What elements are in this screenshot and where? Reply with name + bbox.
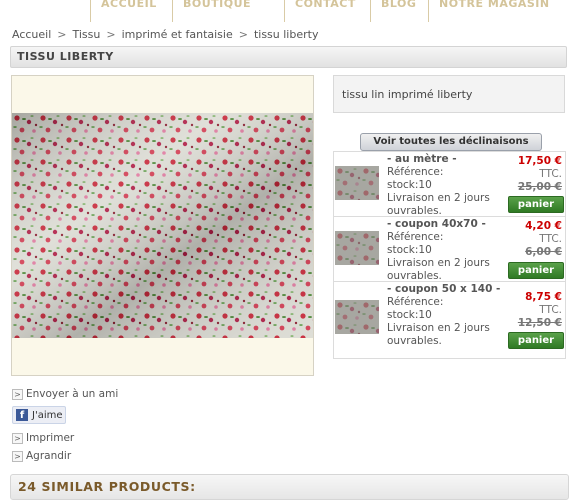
- similar-products-header: 24 SIMILAR PRODUCTS:: [10, 474, 569, 500]
- nav-notre-magasin[interactable]: NOTRE MAGASIN: [428, 0, 577, 22]
- variant-price-block: 4,20 € TTC. 6,00 €: [525, 220, 562, 259]
- variant-delivery: Livraison en 2 jours ouvrables.: [387, 192, 490, 217]
- add-to-cart-button[interactable]: panier: [508, 196, 564, 213]
- breadcrumb-accueil[interactable]: Accueil: [12, 28, 51, 41]
- add-to-cart-button[interactable]: panier: [508, 332, 564, 349]
- breadcrumb-tissu[interactable]: Tissu: [73, 28, 101, 41]
- variant-row: - au mètre - Référence: stock:10 Livrais…: [333, 151, 566, 218]
- like-label: J'aime: [32, 410, 63, 421]
- fabric-thumbnail-image: [335, 300, 379, 334]
- variant-details: - coupon 40x70 - Référence: stock:10 Liv…: [387, 218, 509, 283]
- arrow-right-icon: >: [12, 450, 23, 462]
- print-link[interactable]: > Imprimer: [12, 432, 74, 444]
- nav-contact[interactable]: CONTACT: [284, 0, 370, 22]
- variant-row: - coupon 50 x 140 - Référence: stock:10 …: [333, 281, 566, 359]
- arrow-right-icon: >: [12, 432, 23, 444]
- variant-old-price: 12,50 €: [517, 317, 562, 329]
- variant-stock: stock:10: [387, 309, 432, 321]
- enlarge-link[interactable]: > Agrandir: [12, 450, 71, 462]
- variant-name: - coupon 40x70 -: [387, 218, 486, 230]
- add-to-cart-button[interactable]: panier: [508, 262, 564, 279]
- print-label: Imprimer: [26, 432, 75, 444]
- page-title: TISSU LIBERTY: [17, 50, 114, 63]
- facebook-like-button[interactable]: f J'aime: [12, 406, 66, 424]
- variant-thumbnail[interactable]: [335, 300, 379, 334]
- nav-accueil[interactable]: ACCUEIL: [90, 0, 172, 22]
- variant-price: 8,75 €: [525, 291, 562, 303]
- variant-old-price: 6,00 €: [525, 246, 562, 258]
- breadcrumb-separator: >: [57, 28, 67, 41]
- send-to-friend-label: Envoyer à un ami: [26, 388, 119, 400]
- variant-name: - coupon 50 x 140 -: [387, 283, 501, 295]
- similar-products-title: 24 SIMILAR PRODUCTS:: [18, 479, 196, 494]
- short-description-text: tissu lin imprimé liberty: [342, 88, 473, 101]
- facebook-icon: f: [16, 409, 28, 421]
- arrow-right-icon: >: [12, 388, 23, 400]
- page-title-bar: TISSU LIBERTY: [10, 46, 567, 68]
- variant-delivery: Livraison en 2 jours ouvrables.: [387, 322, 490, 347]
- breadcrumb-imprime-fantaisie[interactable]: imprimé et fantaisie: [122, 28, 233, 41]
- nav-boutique[interactable]: BOUTIQUE: [172, 0, 284, 22]
- variant-thumbnail[interactable]: [335, 231, 379, 265]
- variant-row: - coupon 40x70 - Référence: stock:10 Liv…: [333, 216, 566, 283]
- variant-price: 4,20 €: [525, 220, 562, 232]
- product-image-frame: [11, 75, 314, 376]
- top-navigation: ACCUEIL BOUTIQUE CONTACT BLOG NOTRE MAGA…: [0, 0, 577, 22]
- variant-list: - au mètre - Référence: stock:10 Livrais…: [333, 151, 566, 359]
- variant-price-block: 8,75 € TTC. 12,50 €: [518, 291, 562, 330]
- variant-reference: Référence:: [387, 166, 444, 178]
- variant-price: 17,50 €: [517, 155, 562, 167]
- variant-tax-label: TTC.: [539, 233, 562, 245]
- variant-name: - au mètre -: [387, 153, 457, 165]
- view-all-declinations-button[interactable]: Voir toutes les déclinaisons: [360, 133, 542, 151]
- variant-delivery: Livraison en 2 jours ouvrables.: [387, 257, 490, 282]
- variant-reference: Référence:: [387, 296, 444, 308]
- enlarge-label: Agrandir: [26, 450, 72, 462]
- variant-stock: stock:10: [387, 179, 432, 191]
- breadcrumb-separator: >: [238, 28, 248, 41]
- variant-details: - coupon 50 x 140 - Référence: stock:10 …: [387, 283, 509, 348]
- variant-old-price: 25,00 €: [517, 181, 562, 193]
- floral-fabric-image: [12, 113, 313, 338]
- product-image[interactable]: [12, 113, 313, 338]
- short-description: tissu lin imprimé liberty: [333, 75, 565, 113]
- variant-details: - au mètre - Référence: stock:10 Livrais…: [387, 153, 509, 218]
- variant-price-block: 17,50 € TTC. 25,00 €: [518, 155, 562, 194]
- fabric-thumbnail-image: [335, 166, 379, 200]
- nav-blog[interactable]: BLOG: [370, 0, 428, 22]
- variant-tax-label: TTC.: [539, 304, 562, 316]
- variant-tax-label: TTC.: [539, 168, 562, 180]
- send-to-friend-link[interactable]: > Envoyer à un ami: [12, 388, 118, 400]
- variant-reference: Référence:: [387, 231, 444, 243]
- breadcrumb: Accueil > Tissu > imprimé et fantaisie > tissu…: [12, 28, 318, 41]
- fabric-thumbnail-image: [335, 231, 379, 265]
- breadcrumb-separator: >: [106, 28, 116, 41]
- breadcrumb-current: tissu liberty: [253, 28, 319, 41]
- variant-stock: stock:10: [387, 244, 432, 256]
- variant-thumbnail[interactable]: [335, 166, 379, 200]
